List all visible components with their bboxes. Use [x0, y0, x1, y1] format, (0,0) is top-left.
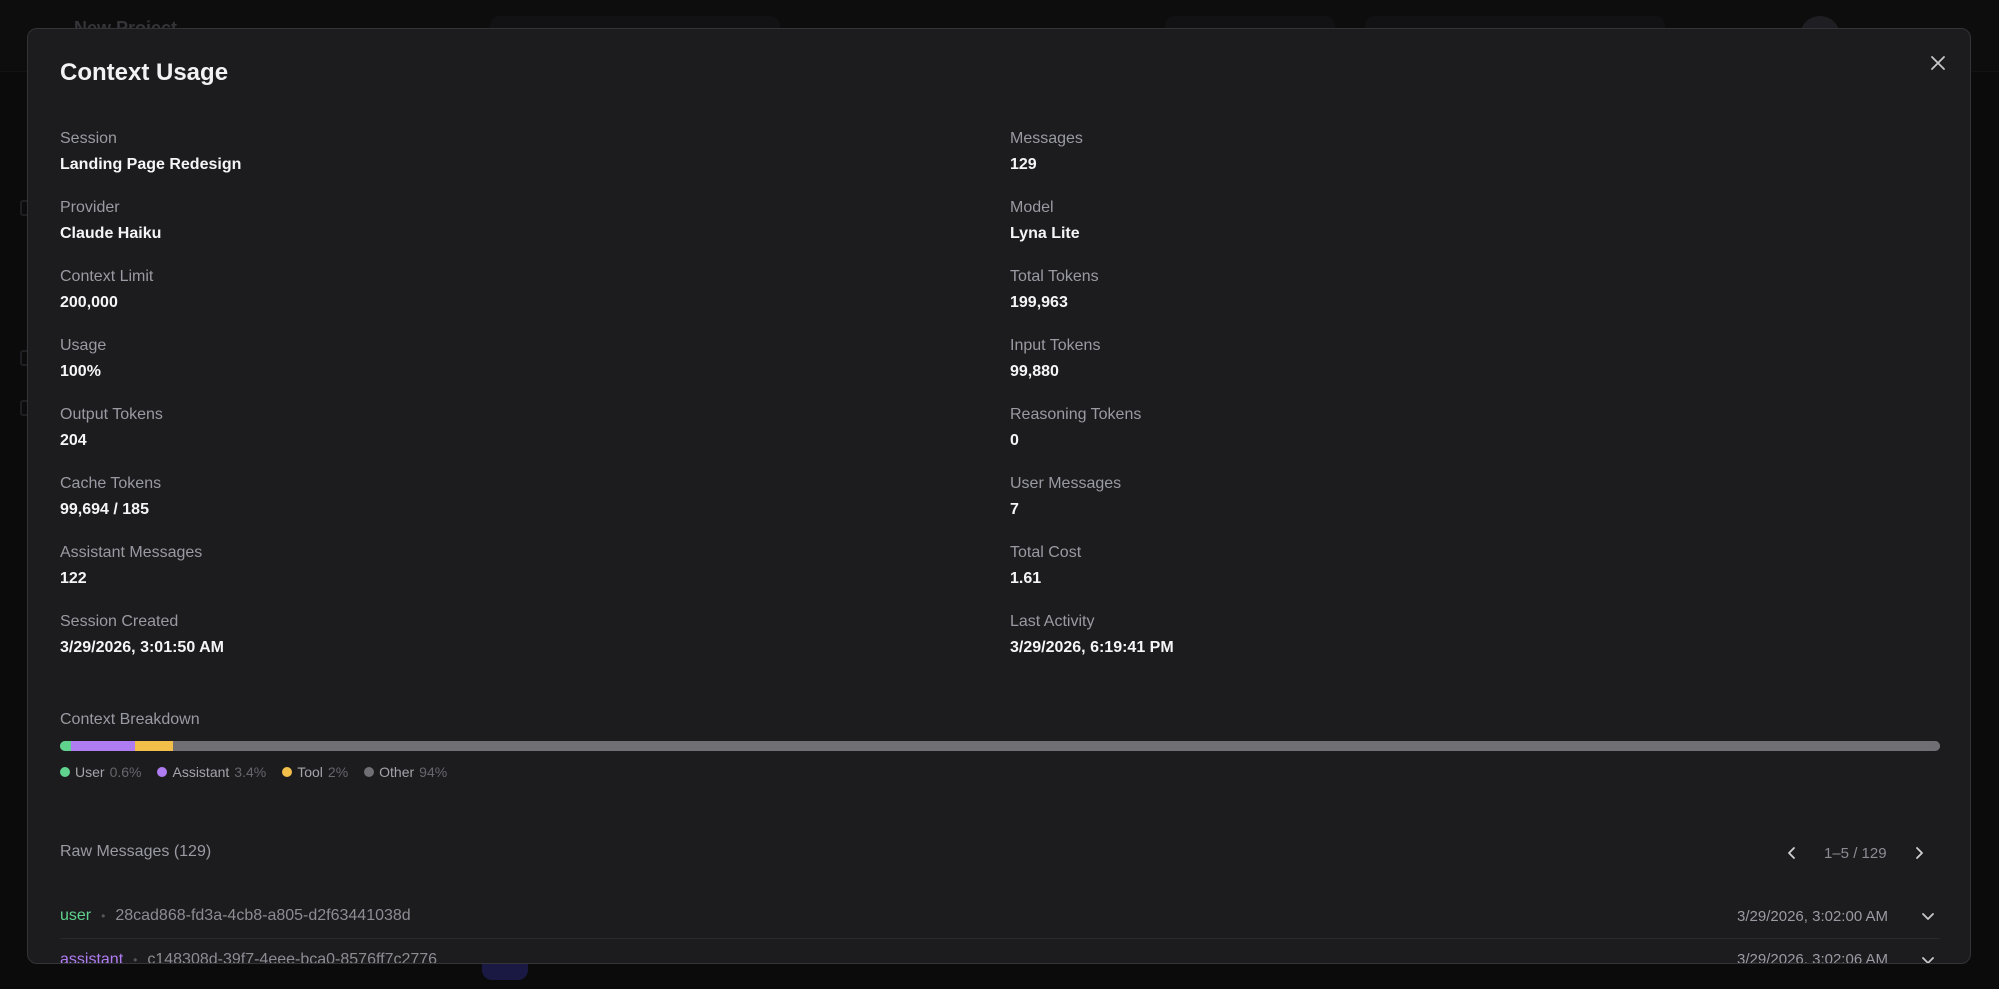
stat-item: Input Tokens 99,880 [1010, 336, 1910, 382]
stat-value: 100% [60, 363, 101, 380]
legend-percent: 0.6% [109, 764, 142, 780]
separator-dot: • [133, 952, 138, 964]
context-breakdown-label: Context Breakdown [60, 711, 200, 728]
chevron-left-icon [1788, 847, 1795, 859]
legend-item-user: User 0.6% [60, 764, 141, 780]
stat-value: 3/29/2026, 6:19:41 PM [1010, 639, 1174, 656]
stat-value: 99,694 / 185 [60, 501, 149, 518]
stat-value: 1.61 [1010, 570, 1042, 587]
next-page-button[interactable] [1907, 841, 1931, 865]
stat-label: Cache Tokens [60, 475, 162, 492]
context-usage-dialog: Context Usage Session Landing Page Redesi… [27, 28, 1971, 964]
stat-value: Lyna Lite [1010, 225, 1080, 242]
stat-value: 0 [1010, 432, 1019, 449]
expand-message-button[interactable] [1916, 904, 1940, 928]
stat-value: 7 [1010, 501, 1019, 518]
stat-label: Messages [1010, 130, 1083, 147]
stat-label: Total Cost [1010, 544, 1082, 561]
message-id: 28cad868-fd3a-4cb8-a805-d2f63441038d [115, 907, 411, 924]
stat-label: Output Tokens [60, 406, 163, 423]
stat-label: Total Tokens [1010, 268, 1099, 285]
stat-label: Last Activity [1010, 613, 1095, 630]
chevron-down-icon [1922, 913, 1934, 920]
context-breakdown-legend: User 0.6% Assistant 3.4% Tool 2% Other 94% [60, 764, 447, 780]
message-role: assistant [60, 950, 124, 964]
stat-value: 99,880 [1010, 363, 1059, 380]
close-button[interactable] [1926, 51, 1950, 75]
chevron-right-icon [1915, 847, 1923, 859]
stat-label: Session Created [60, 613, 179, 630]
previous-page-button[interactable] [1780, 841, 1804, 865]
stat-label: Context Limit [60, 268, 154, 285]
stat-item: Messages 129 [1010, 129, 1910, 175]
stat-item: Model Lyna Lite [1010, 198, 1910, 244]
stat-value: Landing Page Redesign [60, 156, 242, 173]
legend-name: Tool [297, 764, 323, 780]
stat-value: 200,000 [60, 294, 118, 311]
stat-label: Reasoning Tokens [1010, 406, 1142, 423]
dialog-title: Context Usage [60, 59, 229, 86]
bar-segment-tool [135, 741, 173, 751]
bar-segment-other [172, 741, 1940, 751]
stat-item: Total Tokens 199,963 [1010, 267, 1910, 313]
stat-label: Provider [60, 199, 120, 216]
stat-item: Usage 100% [60, 336, 960, 382]
message-timestamp: 3/29/2026, 3:02:06 AM [1737, 951, 1888, 964]
stat-value: 204 [60, 432, 87, 449]
stat-label: User Messages [1010, 475, 1122, 492]
close-icon [1931, 56, 1945, 70]
stat-item: Session Landing Page Redesign [60, 129, 960, 175]
stat-label: Input Tokens [1010, 337, 1101, 354]
pager-range: 1–5 / 129 [1824, 844, 1887, 862]
message-role: user [60, 907, 92, 924]
stat-item: Last Activity 3/29/2026, 6:19:41 PM [1010, 612, 1910, 658]
stat-item: Session Created 3/29/2026, 3:01:50 AM [60, 612, 960, 658]
stat-value: Claude Haiku [60, 225, 162, 242]
message-row[interactable]: assistant • c148308d-39f7-4eee-bca0-8576ff… [60, 938, 1940, 964]
bar-segment-user [60, 741, 72, 751]
legend-percent: 3.4% [234, 764, 267, 780]
stat-value: 3/29/2026, 3:01:50 AM [60, 639, 224, 656]
stat-item: Assistant Messages 122 [60, 543, 960, 589]
legend-dot [157, 767, 168, 777]
chevron-down-icon [1922, 956, 1934, 963]
raw-messages-header: Raw Messages (129) [60, 843, 212, 860]
legend-name: Other [379, 764, 415, 780]
stat-label: Session [60, 130, 117, 147]
bar-segment-assistant [71, 741, 136, 751]
legend-item-tool: Tool 2% [282, 764, 348, 780]
raw-messages-pager: 1–5 / 129 [1780, 841, 1931, 865]
stat-item: Reasoning Tokens 0 [1010, 405, 1910, 451]
expand-message-button[interactable] [1916, 948, 1940, 963]
legend-item-assistant: Assistant 3.4% [157, 764, 266, 780]
stat-item: Output Tokens 204 [60, 405, 960, 451]
stat-item: User Messages 7 [1010, 474, 1910, 520]
message-row[interactable]: user • 28cad868-fd3a-4cb8-a805-d2f63441038… [60, 895, 1940, 937]
legend-dot [60, 767, 70, 777]
stat-label: Model [1010, 199, 1054, 216]
legend-item-other: Other 94% [364, 764, 447, 780]
stat-item: Total Cost 1.61 [1010, 543, 1910, 589]
stat-item: Cache Tokens 99,694 / 185 [60, 474, 960, 520]
separator-dot: • [101, 909, 106, 923]
stat-item: Context Limit 200,000 [60, 267, 960, 313]
legend-name: Assistant [172, 764, 230, 780]
stat-value: 129 [1010, 156, 1037, 173]
stat-value: 122 [60, 570, 87, 587]
legend-percent: 2% [327, 764, 349, 780]
stat-value: 199,963 [1010, 294, 1068, 311]
legend-percent: 94% [419, 764, 448, 780]
stat-item: Provider Claude Haiku [60, 198, 960, 244]
message-id: c148308d-39f7-4eee-bca0-8576ff7c2776 [147, 950, 438, 964]
legend-dot [282, 767, 293, 777]
context-breakdown-bar [60, 741, 1940, 751]
stat-label: Usage [60, 337, 107, 354]
legend-dot [364, 767, 375, 777]
legend-name: User [75, 764, 105, 780]
stat-label: Assistant Messages [60, 544, 203, 561]
message-timestamp: 3/29/2026, 3:02:00 AM [1737, 907, 1888, 925]
